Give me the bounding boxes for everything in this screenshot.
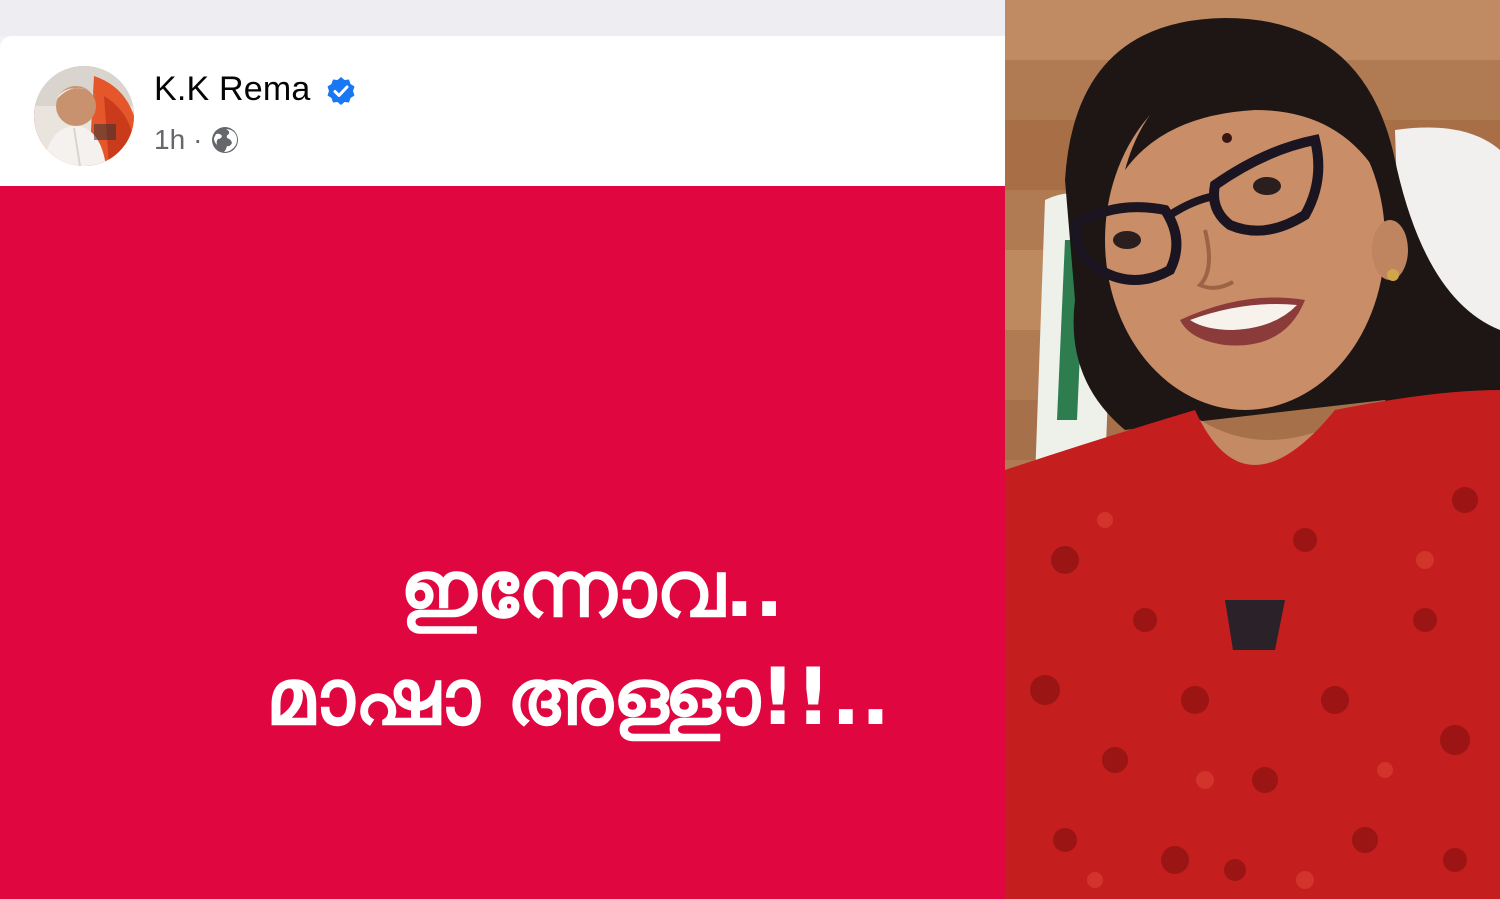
facebook-post-card: K.K Rema 1h · ഇന്നോവ.. മാഷാ അള്ളാ!!.. (0, 36, 1005, 899)
post-meta: 1h · (154, 124, 240, 156)
avatar-photo (34, 66, 134, 166)
globe-icon[interactable] (210, 125, 240, 155)
post-header: K.K Rema 1h · (0, 36, 1005, 186)
feed-background-strip (0, 0, 1005, 36)
meta-separator: · (193, 124, 203, 155)
composite-image: K.K Rema 1h · ഇന്നോവ.. മാഷാ അള്ളാ!!.. (0, 0, 1500, 899)
post-text-background: ഇന്നോവ.. മാഷാ അള്ളാ!!.. (0, 186, 1005, 899)
post-text: ഇന്നോവ.. മാഷാ അള്ളാ!!.. (0, 536, 1005, 752)
post-text-line-2: മാഷാ അള്ളാ!!.. (266, 653, 891, 743)
verified-badge-icon (327, 77, 355, 105)
post-time[interactable]: 1h (154, 124, 185, 156)
author-avatar[interactable] (34, 66, 134, 166)
woman-photo (1005, 0, 1500, 899)
author-name[interactable]: K.K Rema (154, 70, 311, 109)
woman-portrait-image (1005, 0, 1500, 899)
post-text-line-1: ഇന്നോവ.. (400, 545, 784, 635)
